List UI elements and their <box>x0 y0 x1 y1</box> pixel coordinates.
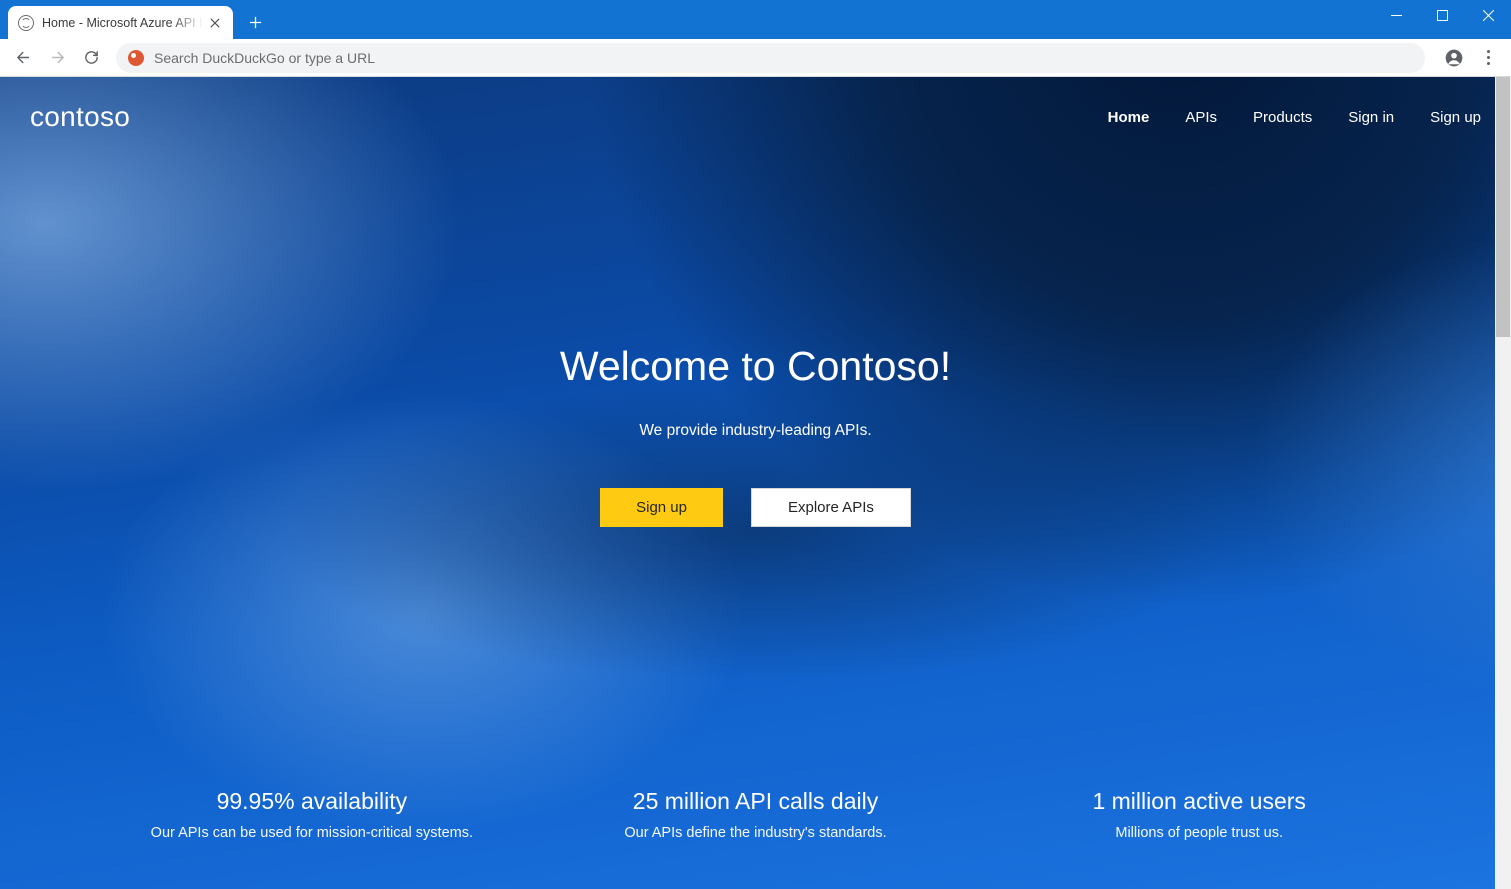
stat-api-calls: 25 million API calls daily Our APIs defi… <box>534 788 978 841</box>
new-tab-button[interactable] <box>241 8 269 36</box>
stat-subtitle: Our APIs define the industry's standards… <box>534 825 978 841</box>
duckduckgo-icon <box>128 50 144 66</box>
nav-home[interactable]: Home <box>1108 109 1150 126</box>
browser-tab[interactable]: Home - Microsoft Azure API Management <box>8 6 233 39</box>
reload-button[interactable] <box>76 43 106 73</box>
stat-subtitle: Millions of people trust us. <box>977 825 1421 841</box>
page-header: contoso Home APIs Products Sign in Sign … <box>0 77 1511 133</box>
nav-signup[interactable]: Sign up <box>1430 109 1481 126</box>
hero-actions: Sign up Explore APIs <box>0 488 1511 527</box>
scrollbar[interactable] <box>1495 77 1511 889</box>
stat-users: 1 million active users Millions of peopl… <box>977 788 1421 841</box>
stat-title: 25 million API calls daily <box>534 788 978 815</box>
hero-title: Welcome to Contoso! <box>0 343 1511 390</box>
tabs-region: Home - Microsoft Azure API Management <box>8 0 269 39</box>
stats-row: 99.95% availability Our APIs can be used… <box>0 788 1511 841</box>
explore-apis-button[interactable]: Explore APIs <box>751 488 911 527</box>
back-button[interactable] <box>8 43 38 73</box>
close-tab-button[interactable] <box>207 15 223 31</box>
scrollbar-thumb[interactable] <box>1496 77 1510 337</box>
profile-button[interactable] <box>1439 43 1469 73</box>
brand-logo[interactable]: contoso <box>30 101 130 133</box>
title-bar: Home - Microsoft Azure API Management <box>0 0 1511 39</box>
browser-window: Home - Microsoft Azure API Management <box>0 0 1511 889</box>
forward-button[interactable] <box>42 43 72 73</box>
close-window-button[interactable] <box>1465 0 1511 30</box>
maximize-button[interactable] <box>1419 0 1465 30</box>
kebab-icon <box>1487 50 1490 65</box>
stat-title: 99.95% availability <box>90 788 534 815</box>
hero-subtitle: We provide industry-leading APIs. <box>0 422 1511 440</box>
window-controls <box>1373 0 1511 39</box>
nav-products[interactable]: Products <box>1253 109 1312 126</box>
minimize-button[interactable] <box>1373 0 1419 30</box>
tab-title: Home - Microsoft Azure API Management <box>42 16 203 30</box>
signup-button[interactable]: Sign up <box>600 488 723 527</box>
address-bar: Search DuckDuckGo or type a URL <box>0 39 1511 77</box>
page-viewport: contoso Home APIs Products Sign in Sign … <box>0 77 1511 889</box>
nav-signin[interactable]: Sign in <box>1348 109 1394 126</box>
nav-apis[interactable]: APIs <box>1185 109 1217 126</box>
stat-subtitle: Our APIs can be used for mission-critica… <box>90 825 534 841</box>
main-nav: Home APIs Products Sign in Sign up <box>1108 109 1481 126</box>
address-input[interactable]: Search DuckDuckGo or type a URL <box>116 43 1425 73</box>
browser-menu-button[interactable] <box>1473 43 1503 73</box>
stat-availability: 99.95% availability Our APIs can be used… <box>90 788 534 841</box>
address-placeholder: Search DuckDuckGo or type a URL <box>154 50 1413 66</box>
hero: Welcome to Contoso! We provide industry-… <box>0 133 1511 527</box>
stat-title: 1 million active users <box>977 788 1421 815</box>
globe-icon <box>18 15 34 31</box>
